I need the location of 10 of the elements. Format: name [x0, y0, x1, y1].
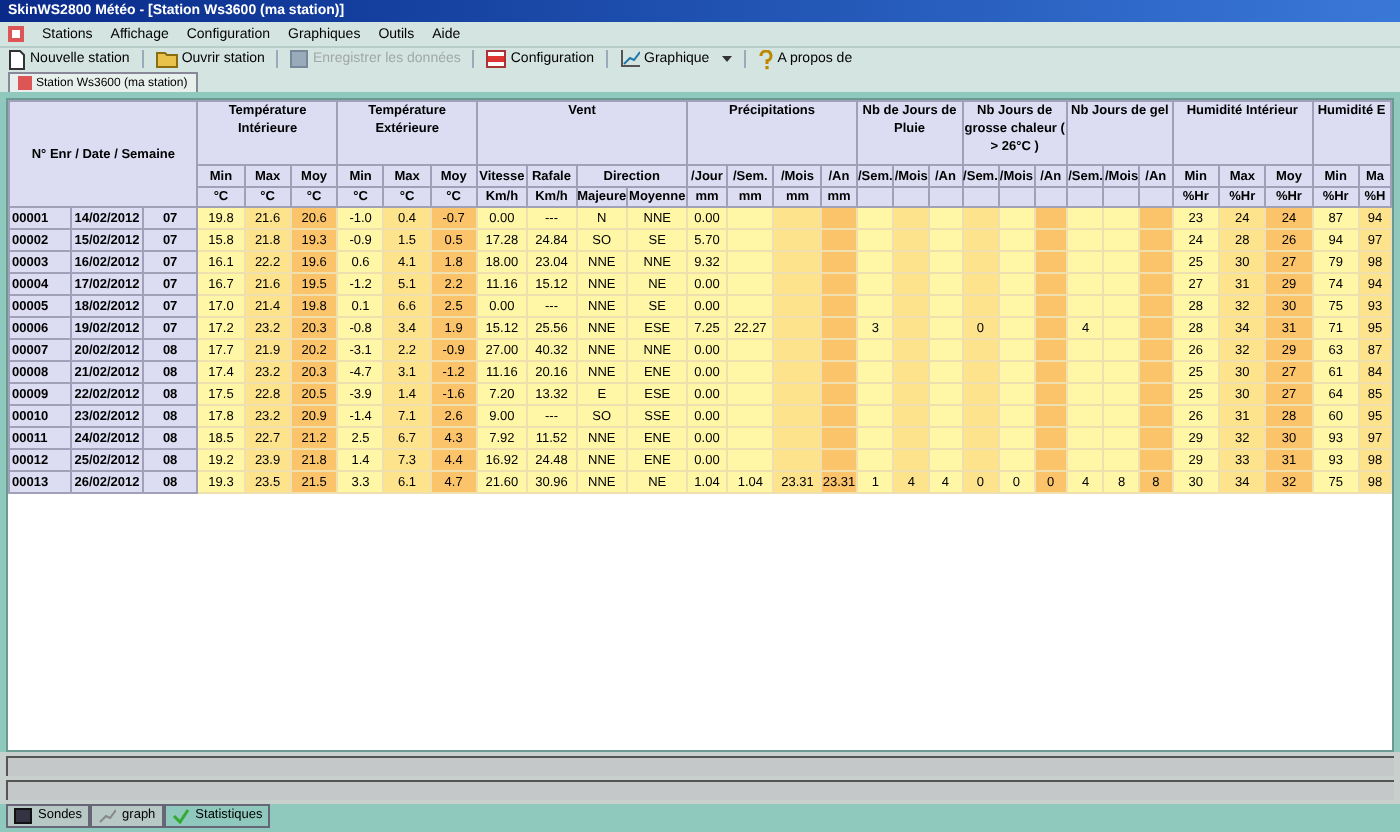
check-icon — [171, 808, 190, 824]
monitor-icon — [14, 808, 32, 824]
chart-icon — [98, 808, 117, 824]
panel-icon — [486, 50, 507, 68]
chart-icon — [620, 50, 641, 68]
question-mark-icon — [757, 49, 774, 69]
app-icon — [8, 26, 24, 42]
app-icon — [18, 76, 32, 90]
document-icon — [8, 49, 26, 69]
caret-icon[interactable] — [721, 56, 732, 62]
